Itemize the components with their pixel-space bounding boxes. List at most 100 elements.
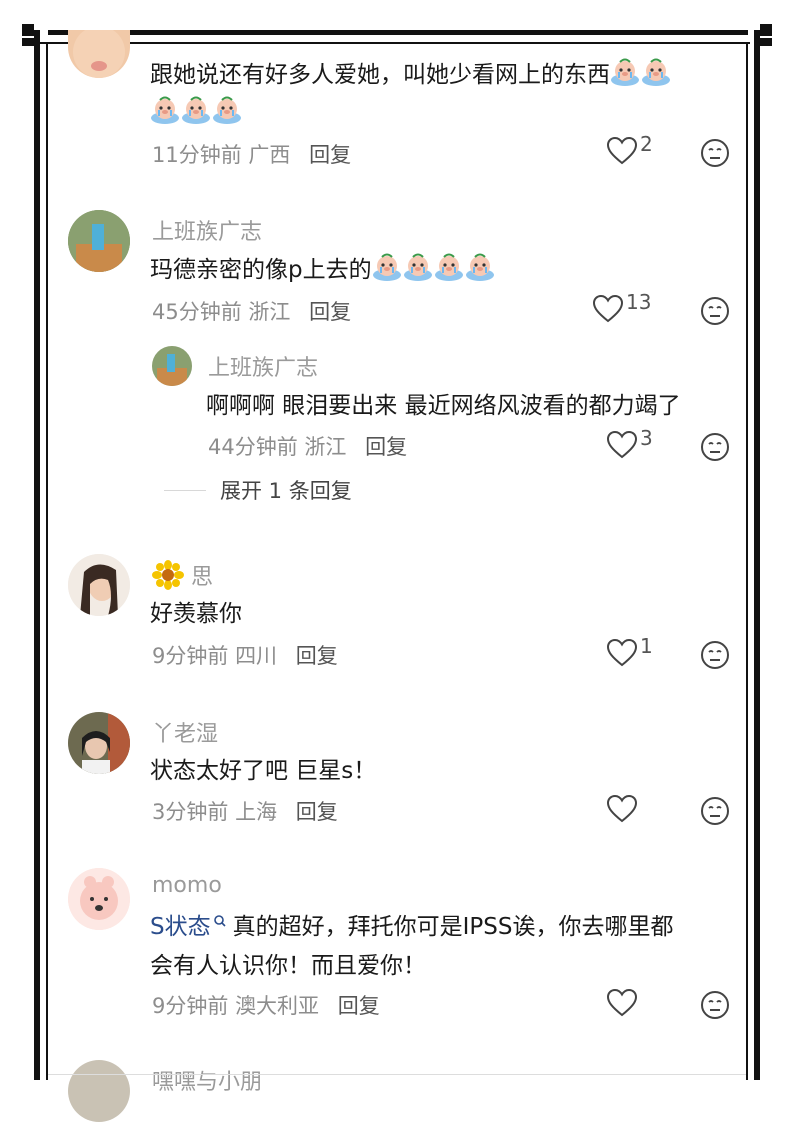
meh-face-icon[interactable] bbox=[700, 138, 730, 168]
comment-text-line: 跟她说还有好多人爱她，叫她少看网上的东西 bbox=[150, 62, 610, 88]
like-count: 3 bbox=[640, 426, 653, 450]
crying-pig-emoji bbox=[465, 253, 495, 281]
like-button[interactable]: 2 bbox=[606, 132, 653, 166]
reply-time: 44分钟前 bbox=[208, 435, 298, 459]
avatar-baby-face-icon bbox=[73, 30, 125, 78]
heart-outline-icon bbox=[606, 430, 638, 460]
comment-text-line: 玛德亲密的像p上去的 bbox=[150, 257, 372, 283]
comment-time: 3分钟前 bbox=[152, 800, 229, 824]
comment-meta: 9分钟前 澳大利亚 回复 bbox=[152, 990, 380, 1020]
username[interactable]: 嘿嘿与小朋 bbox=[152, 1064, 262, 1096]
avatar[interactable] bbox=[68, 712, 130, 774]
reply-button[interactable]: 回复 bbox=[296, 644, 338, 668]
mention-link[interactable]: S状态 bbox=[150, 914, 211, 940]
like-button[interactable]: 13 bbox=[592, 290, 651, 324]
crying-pig-emoji bbox=[403, 253, 433, 281]
meh-face-icon[interactable] bbox=[700, 296, 730, 326]
avatar-photo bbox=[68, 712, 130, 774]
frame-corner-right bbox=[760, 24, 772, 36]
comment-location: 上海 bbox=[235, 800, 278, 824]
crying-pig-emoji bbox=[150, 96, 180, 124]
reply-button[interactable]: 回复 bbox=[365, 435, 407, 459]
avatar-photo bbox=[68, 210, 130, 272]
reply-text: 啊啊啊 眼泪要出来 最近网络风波看的都力竭了 bbox=[206, 393, 681, 419]
username[interactable]: 思 bbox=[152, 559, 213, 591]
avatar[interactable] bbox=[68, 210, 130, 272]
crying-pig-emoji bbox=[610, 58, 640, 86]
like-button[interactable]: 3 bbox=[606, 426, 653, 460]
like-button[interactable]: 1 bbox=[606, 634, 653, 668]
like-count: 1 bbox=[640, 634, 653, 658]
meh-face-icon[interactable] bbox=[700, 640, 730, 670]
like-count: 2 bbox=[640, 132, 653, 156]
reply-location: 浙江 bbox=[304, 435, 347, 459]
username[interactable]: 上班族广志 bbox=[152, 214, 262, 246]
like-button[interactable] bbox=[606, 794, 638, 824]
comment-text-line: 真的超好，拜托你可是IPSS诶，你去哪里都 bbox=[232, 914, 674, 940]
heart-outline-icon bbox=[606, 638, 638, 668]
comment-text-line-2: 会有人认识你！而且爱你！ bbox=[150, 953, 426, 979]
heart-outline-icon bbox=[606, 794, 638, 824]
avatar[interactable] bbox=[68, 554, 130, 616]
comment-emoji-row bbox=[150, 93, 243, 133]
reply-meta: 44分钟前 浙江 回复 bbox=[208, 431, 407, 461]
meh-face-icon[interactable] bbox=[700, 796, 730, 826]
comment-time: 9分钟前 bbox=[152, 644, 229, 668]
frame-right-line-thin bbox=[746, 42, 748, 1080]
meh-face-icon[interactable] bbox=[700, 432, 730, 462]
like-button[interactable] bbox=[606, 988, 638, 1018]
expand-divider bbox=[164, 490, 206, 491]
avatar[interactable] bbox=[68, 30, 130, 78]
comment-time: 11分钟前 bbox=[152, 143, 242, 167]
comment-meta: 11分钟前 广西 回复 bbox=[152, 139, 351, 169]
sunflower-icon bbox=[152, 560, 184, 590]
frame-left-line-thin bbox=[46, 42, 48, 1080]
comment-text: S状态 真的超好，拜托你可是IPSS诶，你去哪里都 bbox=[150, 907, 673, 947]
comment-location: 四川 bbox=[235, 644, 278, 668]
frame-corner-left bbox=[22, 24, 34, 36]
frame-left-line bbox=[34, 30, 40, 1080]
comment-meta: 9分钟前 四川 回复 bbox=[152, 640, 338, 670]
frame-top-line bbox=[48, 30, 748, 35]
avatar-cartoon-face-icon bbox=[68, 868, 130, 930]
avatar[interactable] bbox=[68, 868, 130, 930]
reply-button[interactable]: 回复 bbox=[309, 143, 351, 167]
frame-right-line bbox=[754, 30, 760, 1080]
crying-pig-emoji bbox=[641, 58, 671, 86]
reply-button[interactable]: 回复 bbox=[309, 300, 351, 324]
comment-text: 好羡慕你 bbox=[150, 601, 242, 627]
heart-outline-icon bbox=[606, 988, 638, 1018]
reply-button[interactable]: 回复 bbox=[338, 994, 380, 1018]
crying-pig-emoji bbox=[434, 253, 464, 281]
frame-corner-left-2 bbox=[22, 38, 34, 46]
bottom-divider bbox=[48, 1074, 746, 1075]
frame-top-line-thin bbox=[40, 42, 750, 44]
crying-pig-emoji bbox=[372, 253, 402, 281]
comment-location: 澳大利亚 bbox=[235, 994, 320, 1018]
like-count: 13 bbox=[626, 290, 652, 314]
comment-text: 跟她说还有好多人爱她，叫她少看网上的东西 bbox=[150, 55, 672, 95]
avatar[interactable] bbox=[68, 1060, 130, 1122]
username-text: 思 bbox=[191, 565, 214, 590]
username[interactable]: 丫老湿 bbox=[152, 716, 218, 748]
username[interactable]: momo bbox=[152, 873, 222, 898]
frame-corner-right-2 bbox=[760, 38, 772, 46]
heart-outline-icon bbox=[592, 294, 624, 324]
crying-pig-emoji bbox=[212, 96, 242, 124]
crying-pig-emoji bbox=[181, 96, 211, 124]
comment-text: 玛德亲密的像p上去的 bbox=[150, 250, 496, 290]
heart-outline-icon bbox=[606, 136, 638, 166]
reply-button[interactable]: 回复 bbox=[296, 800, 338, 824]
meh-face-icon[interactable] bbox=[700, 990, 730, 1020]
reply-username[interactable]: 上班族广志 bbox=[208, 350, 318, 382]
comment-text: 状态太好了吧 巨星s！ bbox=[150, 758, 377, 784]
comment-time: 9分钟前 bbox=[152, 994, 229, 1018]
reply-avatar[interactable] bbox=[152, 346, 192, 386]
comment-location: 广西 bbox=[248, 143, 291, 167]
expand-replies-button[interactable]: 展开 1 条回复 bbox=[220, 475, 352, 505]
avatar-photo bbox=[152, 346, 192, 386]
avatar-photo bbox=[68, 554, 130, 616]
comment-location: 浙江 bbox=[248, 300, 291, 324]
comment-meta: 3分钟前 上海 回复 bbox=[152, 796, 338, 826]
comment-meta: 45分钟前 浙江 回复 bbox=[152, 296, 351, 326]
